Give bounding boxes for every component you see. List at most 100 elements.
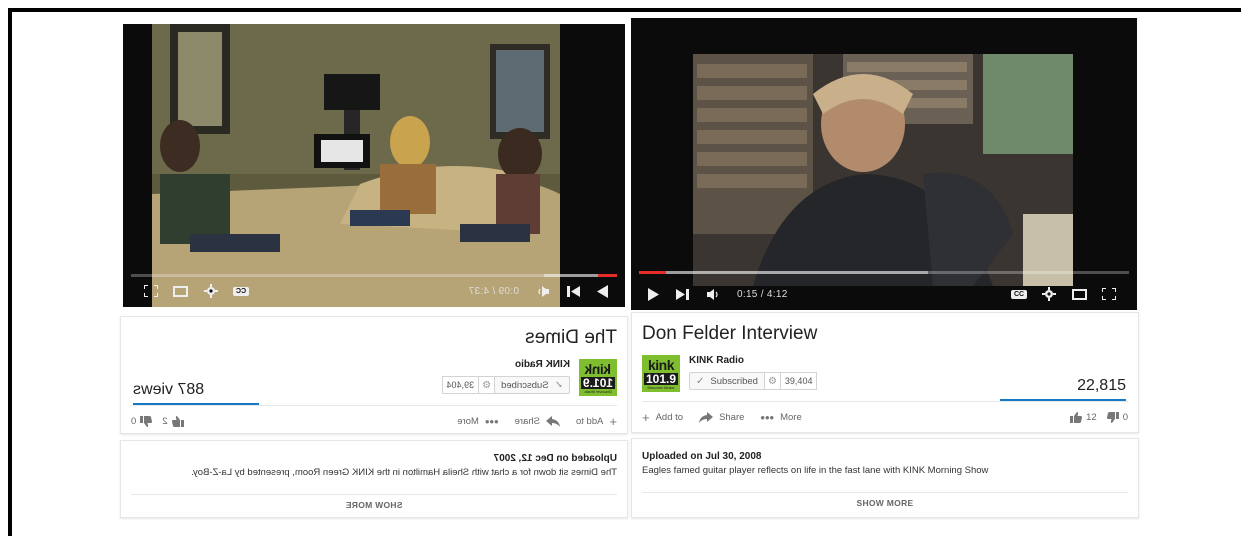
logo-text-bottom: Discover Music (647, 384, 675, 390)
channel-name[interactable]: KINK Radio (515, 359, 570, 370)
video-info-card: Don Felder Interview kink 101.9 Discover… (631, 312, 1139, 433)
show-more-button[interactable]: SHOW MORE (632, 498, 1138, 508)
video-frame[interactable] (152, 24, 560, 307)
share-button[interactable]: Share (699, 411, 745, 423)
channel-name[interactable]: KINK Radio (689, 355, 744, 366)
subscribe-button[interactable]: ✓ Subscribed (494, 376, 570, 394)
dislike-button[interactable]: 0 (1106, 411, 1128, 423)
subscribe-row: ✓ Subscribed ⚙ 39,404 (689, 372, 818, 390)
share-icon (545, 415, 560, 427)
divider (642, 401, 1128, 402)
time-display: 0:09 / 4:37 (468, 285, 519, 297)
more-button[interactable]: ••• More (760, 410, 801, 425)
subscriber-count: 39,404 (780, 372, 818, 390)
like-count: 12 (1086, 411, 1097, 423)
theater-mode-icon[interactable] (169, 279, 193, 303)
more-dots-icon: ••• (484, 413, 499, 429)
subscribe-button[interactable]: ✓ Subscribed (689, 372, 765, 390)
dislike-count: 0 (131, 415, 137, 427)
upload-date: Uploaded on Jul 30, 2008 (642, 451, 762, 462)
share-label: Share (719, 411, 745, 423)
video-description: Eagles famed guitar player reflects on l… (642, 465, 989, 476)
next-icon[interactable] (671, 282, 695, 306)
thumbs-up-icon (171, 415, 184, 427)
logo-text-top: kink (585, 360, 612, 377)
video-info-card: The Dimes kink 101.9 Discover Music KINK… (120, 316, 628, 434)
play-icon[interactable] (591, 279, 615, 303)
channel-logo[interactable]: kink 101.9 Discover Music (642, 355, 680, 392)
logo-text-mid: 101.9 (580, 375, 616, 390)
share-button[interactable]: Share (515, 415, 560, 427)
progress-played (639, 271, 667, 274)
more-dots-icon: ••• (760, 409, 775, 425)
dislike-button[interactable]: 0 (131, 415, 153, 427)
subscriber-count: 39,404 (441, 376, 479, 394)
volume-icon[interactable] (701, 282, 725, 306)
like-count: 2 (162, 415, 168, 427)
rating-group: 12 0 (1060, 411, 1128, 423)
left-video-panel: 0:09 / 4:37 CC The Dimes kink 101.9 Disc… (120, 14, 628, 520)
player-controls: 0:15 / 4:12 CC (631, 278, 1137, 310)
action-bar: + Add to Share ••• More 2 0 (131, 413, 617, 429)
interview-scene-image (152, 24, 560, 307)
description-card: Uploaded on Dec 12, 2007 The Dimes sit d… (120, 440, 628, 518)
captions-icon[interactable]: CC (1007, 282, 1031, 306)
video-player[interactable]: 0:09 / 4:37 CC (123, 24, 625, 307)
next-icon[interactable] (561, 279, 585, 303)
add-to-button[interactable]: + Add to (642, 410, 683, 425)
volume-icon[interactable] (531, 279, 555, 303)
more-label: More (457, 415, 479, 427)
logo-text-mid: 101.9 (643, 371, 679, 386)
upload-date: Uploaded on Dec 12, 2007 (493, 453, 617, 464)
dislike-count: 0 (1122, 411, 1128, 423)
subscription-settings-icon[interactable]: ⚙ (478, 376, 495, 394)
progress-loaded (639, 271, 929, 274)
fullscreen-icon[interactable] (139, 279, 163, 303)
fullscreen-icon[interactable] (1097, 282, 1121, 306)
frame-left-border (8, 8, 12, 536)
thumbs-down-icon (1106, 411, 1119, 423)
thumbs-down-icon (140, 415, 153, 427)
channel-logo[interactable]: kink 101.9 Discover Music (579, 359, 617, 396)
rating-group: 2 0 (131, 415, 194, 427)
more-button[interactable]: ••• More (457, 414, 498, 429)
share-icon (699, 411, 714, 423)
video-frame[interactable] (693, 54, 1073, 286)
divider (131, 405, 617, 406)
frame-top-border (8, 8, 1241, 12)
subscribe-row: ✓ Subscribed ⚙ 39,404 (441, 376, 570, 394)
interview-scene-image (693, 54, 1073, 286)
plus-icon: + (642, 409, 650, 425)
checkmark-icon: ✓ (696, 375, 705, 387)
progress-bar[interactable] (639, 271, 1129, 274)
add-to-label: Add to (575, 415, 604, 427)
video-player[interactable]: 0:15 / 4:12 CC (631, 18, 1137, 310)
show-more-button[interactable]: SHOW MORE (121, 500, 627, 510)
subscribe-label: Subscribed (710, 375, 758, 387)
right-video-panel: 0:15 / 4:12 CC Don Felder Interview kink… (631, 14, 1139, 520)
checkmark-icon: ✓ (554, 379, 563, 391)
gear-icon[interactable] (199, 279, 223, 303)
more-label: More (780, 411, 802, 423)
logo-text-top: kink (647, 356, 675, 373)
player-controls: 0:09 / 4:37 CC (123, 275, 625, 307)
gear-icon[interactable] (1037, 282, 1061, 306)
video-title: Don Felder Interview (642, 323, 818, 344)
action-bar: + Add to Share ••• More 12 0 (642, 409, 1128, 425)
description-card: Uploaded on Jul 30, 2008 Eagles famed gu… (631, 438, 1139, 518)
subscribe-label: Subscribed (501, 379, 549, 391)
like-button[interactable]: 12 (1070, 411, 1097, 423)
thumbs-up-icon (1070, 411, 1083, 423)
like-button[interactable]: 2 (162, 415, 184, 427)
subscription-settings-icon[interactable]: ⚙ (764, 372, 781, 390)
view-count: 22,815 (1077, 377, 1126, 394)
play-icon[interactable] (641, 282, 665, 306)
theater-mode-icon[interactable] (1067, 282, 1091, 306)
add-to-button[interactable]: + Add to (576, 414, 617, 429)
add-to-label: Add to (655, 411, 684, 423)
video-description: The Dimes sit down for a chat with Sheil… (191, 467, 617, 478)
divider (131, 494, 617, 495)
video-title: The Dimes (525, 327, 617, 348)
time-display: 0:15 / 4:12 (737, 288, 788, 300)
captions-icon[interactable]: CC (229, 279, 253, 303)
